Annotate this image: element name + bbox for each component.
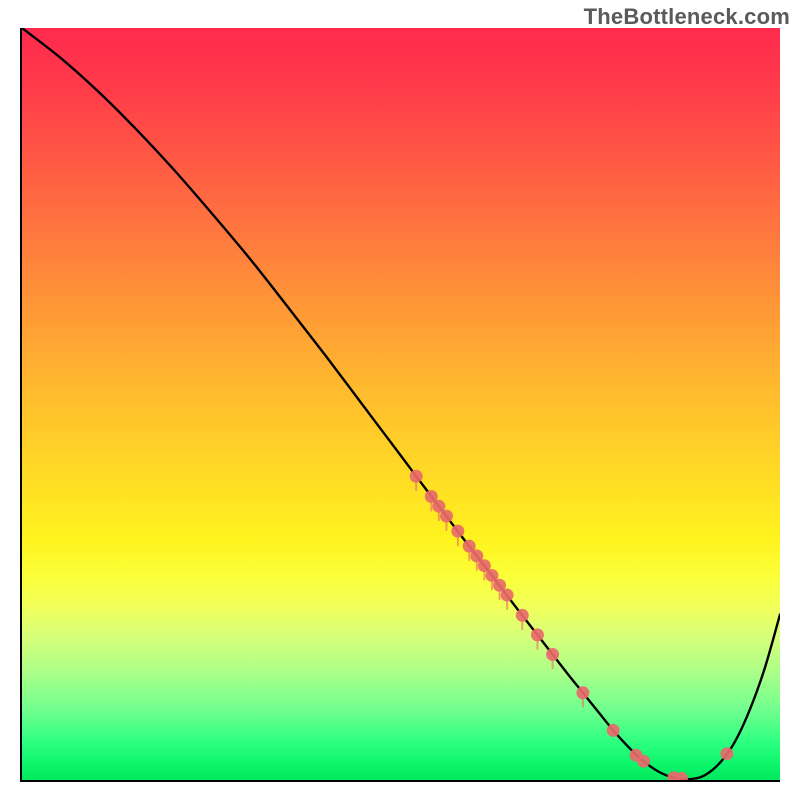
plot-area <box>20 28 780 782</box>
chart-svg <box>22 28 780 780</box>
bottleneck-curve <box>22 28 780 779</box>
watermark-text: TheBottleneck.com <box>584 4 790 30</box>
scatter-markers <box>410 470 734 780</box>
